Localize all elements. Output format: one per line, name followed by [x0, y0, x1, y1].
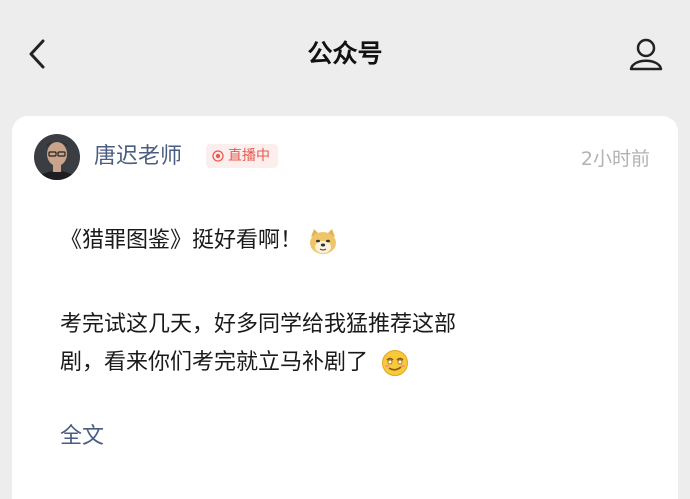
post-paragraph-1-text: 《猎罪图鉴》挺好看啊！ [60, 228, 303, 253]
live-badge[interactable]: 直播中 [206, 144, 278, 168]
post-paragraph-2-line-2-text: 剧，看来你们考完就立马补剧了 [60, 350, 369, 375]
smirk-emoji-icon [382, 350, 409, 376]
live-record-icon [212, 150, 224, 162]
live-badge-label: 直播中 [228, 148, 270, 164]
doge-emoji-icon [310, 229, 337, 254]
person-icon [629, 38, 663, 71]
full-text-link[interactable]: 全文 [60, 420, 104, 454]
avatar[interactable] [34, 134, 80, 180]
post-card[interactable]: 唐迟老师 直播中 2小时前 《猎罪图鉴》挺好看啊！ 考完试这几天，好多同学给我猛… [12, 116, 678, 499]
page-title: 公众号 [307, 39, 383, 68]
post-paragraph-2-line-1: 考完试这几天，好多同学给我猛推荐这部 [60, 312, 457, 337]
post-paragraph-2: 考完试这几天，好多同学给我猛推荐这部 剧，看来你们考完就立马补剧了 [60, 306, 620, 382]
post-paragraph-2-line-2: 剧，看来你们考完就立马补剧了 [60, 344, 620, 382]
author-name[interactable]: 唐迟老师 [94, 142, 182, 172]
profile-button[interactable] [626, 34, 666, 74]
avatar-photo [34, 134, 80, 180]
post-paragraph-1: 《猎罪图鉴》挺好看啊！ [60, 224, 338, 258]
post-timestamp: 2小时前 [580, 148, 650, 170]
top-navigation-bar: 公众号 [0, 0, 690, 108]
